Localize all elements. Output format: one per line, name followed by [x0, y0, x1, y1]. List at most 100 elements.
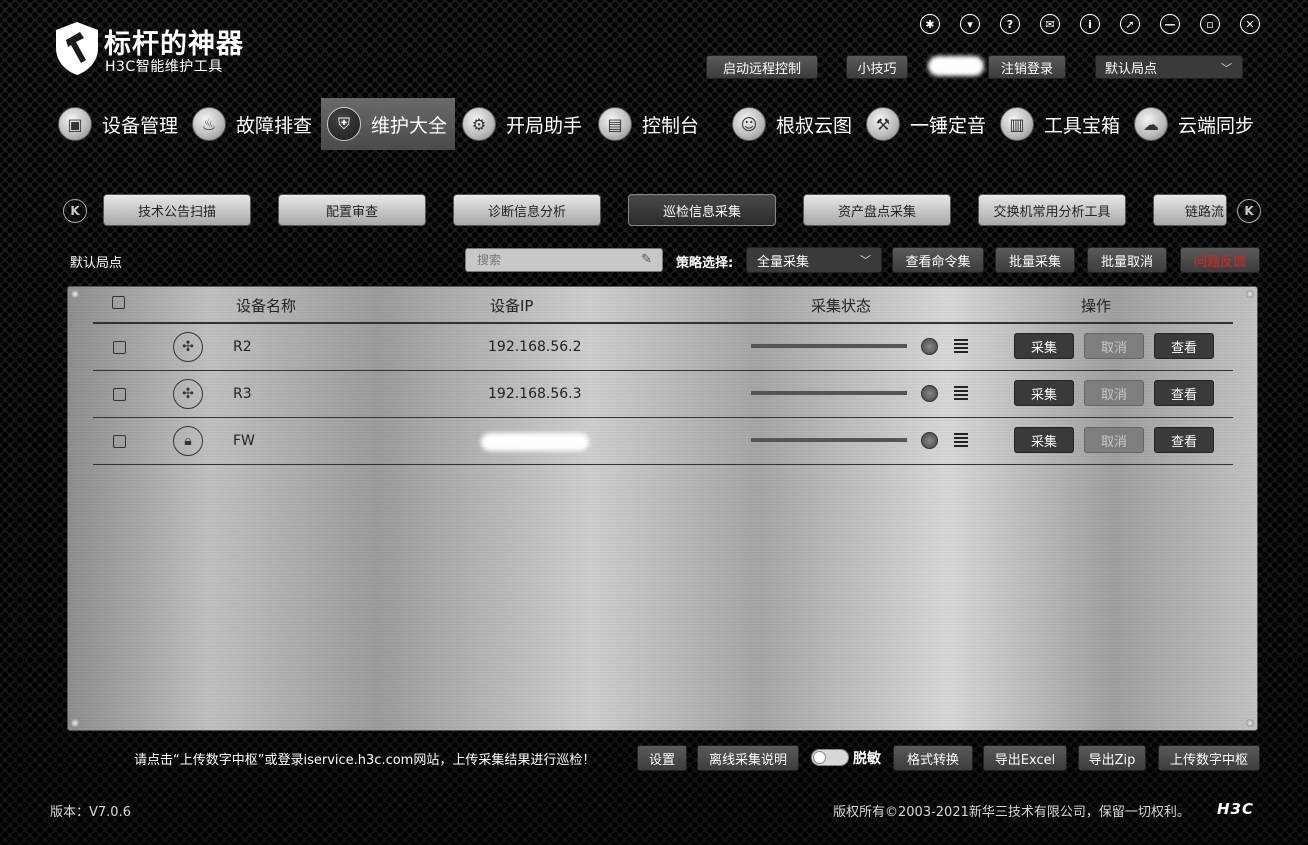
offline-help-button[interactable]: 离线采集说明: [697, 745, 799, 771]
cancel-button[interactable]: 取消: [1084, 380, 1144, 406]
export-excel-button[interactable]: 导出Excel: [983, 745, 1067, 771]
view-button[interactable]: 查看: [1154, 427, 1214, 453]
firewall-lock-icon: 🔒︎: [173, 426, 203, 456]
close-icon[interactable]: ✕: [1240, 14, 1260, 34]
cancel-button[interactable]: 取消: [1084, 333, 1144, 359]
gear-icon[interactable]: ✱: [920, 14, 940, 34]
help-icon[interactable]: ?: [1000, 14, 1020, 34]
screw-decoration: [1246, 290, 1254, 298]
router-icon: ✣: [173, 379, 203, 409]
mail-icon[interactable]: ✉: [1040, 14, 1060, 34]
strategy-select-value: 全量采集: [757, 254, 810, 270]
nav-label: 故障排查: [236, 114, 313, 137]
h3c-brand-logo: H3C: [1217, 800, 1254, 818]
tab-tech-bulletin-scan[interactable]: 技术公告扫描: [103, 194, 251, 226]
row-divider: [93, 464, 1233, 465]
logout-button[interactable]: 注销登录: [988, 55, 1066, 79]
tab-inspection-collection[interactable]: 巡检信息采集: [628, 194, 776, 226]
collect-progress-bar: [751, 344, 907, 348]
nav-one-hammer[interactable]: ⚒ 一锤定音: [866, 98, 992, 150]
row-checkbox[interactable]: [113, 388, 126, 401]
username-redacted: [928, 56, 984, 76]
tab-diagnostic-analysis[interactable]: 诊断信息分析: [453, 194, 601, 226]
view-commands-button[interactable]: 查看命令集: [892, 247, 984, 273]
nav-startup-assistant[interactable]: ⚙ 开局助手: [462, 98, 590, 150]
format-convert-button[interactable]: 格式转换: [893, 745, 973, 771]
header-device-ip: 设备IP: [490, 297, 534, 315]
log-lines-icon[interactable]: [954, 433, 968, 447]
maximize-icon[interactable]: ▫: [1200, 14, 1220, 34]
shield-icon: ⛨: [327, 107, 361, 141]
search-box[interactable]: ✎: [465, 248, 663, 272]
hammer-icon: ⚒: [866, 107, 900, 141]
device-ip: 192.168.56.3: [488, 386, 582, 402]
nav-console[interactable]: ▤ 控制台: [598, 98, 708, 150]
app-logo: 标杆的神器 H3C智能维护工具: [54, 20, 254, 80]
pin-icon[interactable]: ➚: [1120, 14, 1140, 34]
row-checkbox[interactable]: [113, 435, 126, 448]
desensitize-label: 脱敏: [853, 751, 881, 767]
shirt-icon[interactable]: ▾: [960, 14, 980, 34]
view-button[interactable]: 查看: [1154, 380, 1214, 406]
strategy-select[interactable]: 全量采集 ﹀: [746, 247, 882, 273]
collect-button[interactable]: 采集: [1014, 333, 1074, 359]
tips-button[interactable]: 小技巧: [846, 55, 908, 79]
device-table-panel: 设备名称 设备IP 采集状态 操作 ✣ R2 192.168.56.2 采集 取…: [67, 286, 1258, 731]
tabs-scroll-right-icon[interactable]: K: [1237, 199, 1261, 223]
current-site-label: 默认局点: [70, 256, 123, 271]
batch-cancel-button[interactable]: 批量取消: [1087, 247, 1167, 273]
tab-link-flow[interactable]: 链路流: [1153, 194, 1227, 226]
nav-label: 开局助手: [506, 114, 583, 137]
settings-button[interactable]: 设置: [637, 745, 687, 771]
device-name: R2: [233, 339, 252, 355]
nav-label: 维护大全: [371, 114, 448, 137]
export-zip-button[interactable]: 导出Zip: [1078, 745, 1146, 771]
site-select-value: 默认局点: [1105, 61, 1158, 77]
remote-control-button[interactable]: 启动远程控制: [706, 55, 818, 79]
desensitize-toggle[interactable]: [811, 749, 849, 766]
nav-label: 一锤定音: [910, 114, 987, 137]
batch-collect-button[interactable]: 批量采集: [995, 247, 1075, 273]
feedback-button[interactable]: 问题反馈: [1180, 247, 1260, 273]
tab-switch-analysis-tools[interactable]: 交换机常用分析工具: [978, 194, 1126, 226]
row-checkbox[interactable]: [113, 341, 126, 354]
cancel-button[interactable]: 取消: [1084, 427, 1144, 453]
collect-button[interactable]: 采集: [1014, 380, 1074, 406]
nav-device-management[interactable]: ▣ 设备管理: [58, 98, 186, 150]
collect-progress-bar: [751, 438, 907, 442]
cloud-sync-icon: ☁: [1134, 107, 1168, 141]
gauge-icon[interactable]: [921, 338, 938, 355]
view-button[interactable]: 查看: [1154, 333, 1214, 359]
tabs-scroll-left-icon[interactable]: K: [63, 199, 87, 223]
strategy-label: 策略选择:: [676, 256, 734, 271]
console-icon: ▤: [598, 107, 632, 141]
toggle-knob: [813, 751, 826, 764]
row-divider: [93, 370, 1233, 371]
chevron-down-icon: ﹀: [860, 254, 871, 267]
info-icon[interactable]: i: [1080, 14, 1100, 34]
log-lines-icon[interactable]: [954, 339, 968, 353]
gauge-icon[interactable]: [921, 432, 938, 449]
upload-digital-hub-button[interactable]: 上传数字中枢: [1158, 745, 1260, 771]
search-icon[interactable]: ✎: [641, 252, 652, 267]
upload-notice: 请点击“上传数字中枢”或登录iservice.h3c.com网站，上传采集结果进…: [134, 753, 596, 768]
nav-cloud-sync[interactable]: ☁ 云端同步: [1134, 98, 1260, 150]
device-name: R3: [233, 386, 252, 402]
search-input[interactable]: [466, 249, 636, 271]
nav-troubleshooting[interactable]: ♨ 故障排查: [192, 98, 320, 150]
nav-cloud-map[interactable]: ☺ 根叔云图: [732, 98, 858, 150]
nav-maintenance[interactable]: ⛨ 维护大全: [321, 98, 455, 150]
site-select[interactable]: 默认局点 ﹀: [1095, 55, 1243, 79]
tab-asset-inventory[interactable]: 资产盘点采集: [803, 194, 951, 226]
minimize-icon[interactable]: —: [1160, 14, 1180, 34]
device-ip: 192.168.56.2: [488, 339, 582, 355]
tab-config-audit[interactable]: 配置审查: [278, 194, 426, 226]
fire-extinguisher-icon: ♨: [192, 107, 226, 141]
gauge-icon[interactable]: [921, 385, 938, 402]
select-all-checkbox[interactable]: [112, 296, 125, 309]
nav-toolbox[interactable]: ▥ 工具宝箱: [1000, 98, 1126, 150]
collect-button[interactable]: 采集: [1014, 427, 1074, 453]
row-divider: [93, 417, 1233, 418]
avatar-icon: ☺: [732, 107, 766, 141]
log-lines-icon[interactable]: [954, 386, 968, 400]
